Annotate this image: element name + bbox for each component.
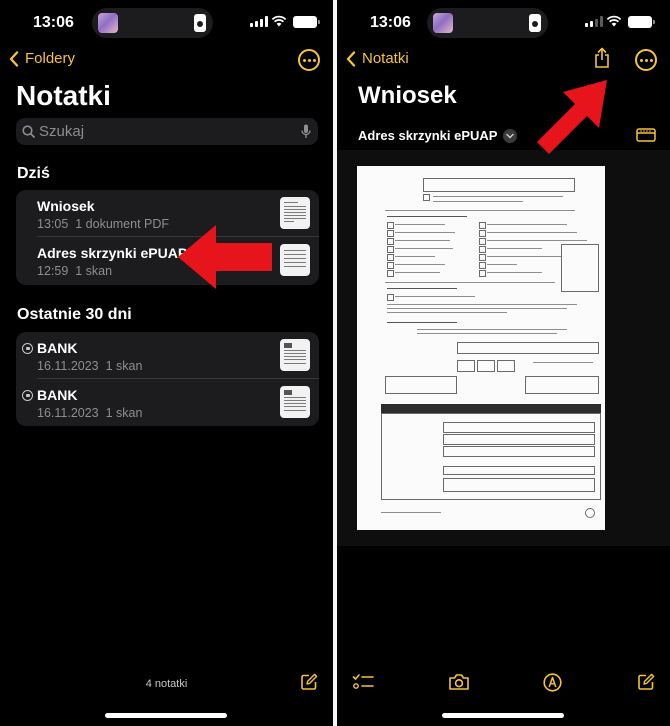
- note-title: BANK: [37, 387, 78, 403]
- activity-icon: [529, 14, 541, 32]
- search-input[interactable]: Szukaj: [16, 118, 318, 145]
- more-icon[interactable]: [298, 49, 320, 71]
- note-thumbnail: [280, 197, 310, 229]
- dynamic-island[interactable]: [427, 8, 548, 38]
- microphone-icon[interactable]: [301, 124, 311, 139]
- more-icon[interactable]: [635, 49, 657, 71]
- now-playing-thumbnail: [433, 13, 453, 33]
- lock-icon: [22, 343, 33, 354]
- note-title: Wniosek: [37, 198, 95, 214]
- wifi-icon: [271, 15, 287, 27]
- home-indicator[interactable]: [442, 713, 564, 718]
- lock-icon: [22, 390, 33, 401]
- wifi-icon: [606, 15, 622, 27]
- note-thumbnail: [280, 386, 310, 418]
- back-label: Notatki: [362, 50, 409, 67]
- note-title: BANK: [37, 340, 78, 356]
- attachment-title: Adres skrzynki ePUAP: [358, 128, 498, 143]
- note-row[interactable]: BANK 16.11.2023 1 skan: [16, 379, 319, 426]
- page-title: Notatki: [16, 80, 111, 111]
- scanned-document: [357, 166, 605, 530]
- note-title: Adres skrzynki ePUAP: [37, 245, 188, 261]
- checklist-icon[interactable]: [352, 673, 374, 691]
- camera-icon[interactable]: [448, 673, 470, 691]
- activity-icon: [194, 14, 206, 32]
- note-thumbnail: [280, 244, 310, 276]
- markup-pen-icon[interactable]: [543, 673, 562, 692]
- attachment-header[interactable]: Adres skrzynki ePUAP: [358, 128, 518, 143]
- status-time: 13:06: [370, 14, 411, 31]
- annotation-arrow: [178, 225, 272, 289]
- note-subtitle: 12:59 1 skan: [37, 264, 113, 278]
- note-title: Wniosek: [358, 82, 457, 109]
- note-row[interactable]: BANK 16.11.2023 1 skan: [16, 332, 319, 379]
- cellular-signal-icon: [250, 16, 268, 27]
- note-subtitle: 16.11.2023 1 skan: [37, 406, 143, 420]
- chevron-down-icon: [503, 128, 518, 143]
- note-thumbnail: [280, 339, 310, 371]
- battery-icon: [628, 16, 655, 28]
- compose-icon[interactable]: [637, 673, 655, 691]
- battery-icon: [293, 16, 320, 28]
- now-playing-thumbnail: [98, 13, 118, 33]
- notes-group-last-30-days: BANK 16.11.2023 1 skan BANK 16.11.2023 1…: [16, 332, 319, 426]
- section-header-last-30-days: Ostatnie 30 dni: [17, 306, 132, 323]
- dynamic-island[interactable]: [92, 8, 213, 38]
- section-header-today: Dziś: [17, 165, 50, 182]
- back-button[interactable]: Foldery: [9, 50, 75, 67]
- search-icon: [22, 125, 35, 138]
- compose-icon[interactable]: [300, 673, 318, 691]
- annotation-arrow: [537, 80, 607, 154]
- notes-list-screen: 13:06 Foldery Notatki Szukaj Dziś Wniose…: [0, 0, 333, 726]
- attachment-preview[interactable]: [337, 150, 670, 546]
- note-subtitle: 13:05 1 dokument PDF: [37, 217, 170, 231]
- cellular-signal-icon: [585, 16, 603, 27]
- share-icon[interactable]: [593, 47, 611, 69]
- search-placeholder: Szukaj: [39, 123, 85, 140]
- back-label: Foldery: [25, 50, 76, 67]
- note-subtitle: 16.11.2023 1 skan: [37, 359, 143, 373]
- status-time: 13:06: [33, 14, 74, 31]
- note-detail-screen: 13:06 Notatki Wniosek Adres skrzynki ePU…: [337, 0, 670, 726]
- chevron-left-icon: [346, 50, 356, 67]
- chevron-left-icon: [9, 50, 19, 67]
- notes-count: 4 notatki: [145, 678, 188, 690]
- back-button[interactable]: Notatki: [346, 50, 409, 67]
- scan-view-icon[interactable]: [636, 128, 656, 142]
- home-indicator[interactable]: [105, 713, 227, 718]
